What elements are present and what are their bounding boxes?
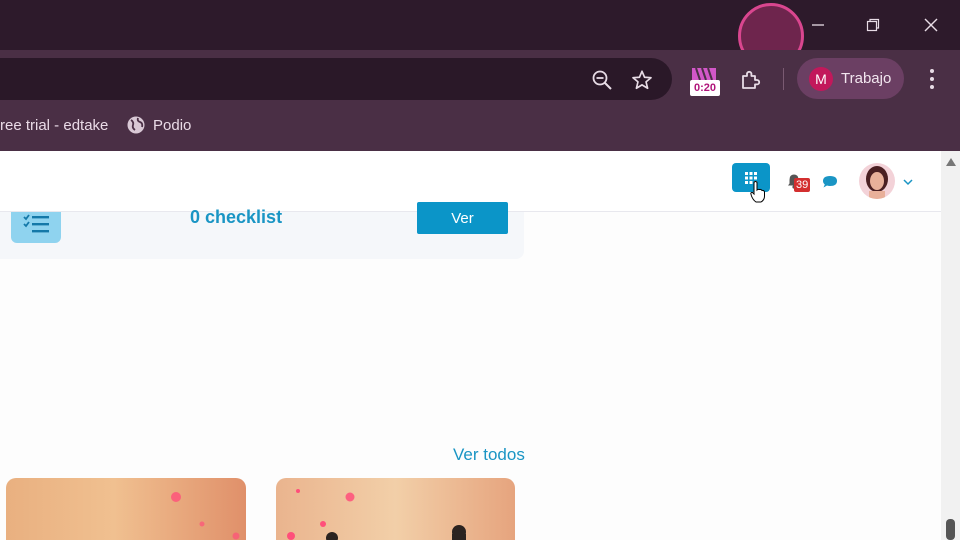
extension-timer-label: 0:20 [690,80,720,96]
page-scrollbar[interactable] [941,151,960,540]
profile-avatar: M [809,66,833,91]
bookmark-label: Podio [153,116,192,134]
extension-timer-button[interactable]: 0:20 [690,66,720,98]
bookmark-podio[interactable]: Podio [126,114,191,136]
bookmark-star-button[interactable] [630,68,654,92]
kebab-menu-icon [930,69,934,89]
checklist-icon [23,214,49,233]
minimize-icon [812,24,824,26]
profile-chip[interactable]: M Trabajo [797,58,904,99]
chat-bubble-icon [823,176,837,188]
bookmark-label: ree trial - edtake [0,116,109,134]
puzzle-icon [742,70,761,89]
extensions-button[interactable] [739,68,763,92]
course-thumbnail[interactable] [276,478,515,540]
toolbar-divider [783,68,784,90]
zoom-out-button[interactable] [590,68,614,92]
scroll-up-arrow-icon[interactable] [945,157,957,167]
profile-label: Trabajo [841,70,892,87]
hand-cursor-icon [750,181,765,203]
thumbnail-decoration [287,489,466,540]
close-window-button[interactable] [903,0,959,50]
checklist-count: 0 checklist [190,207,283,227]
scrollbar-thumb[interactable] [946,519,955,540]
minimize-button[interactable] [790,0,846,50]
globe-icon [127,116,145,134]
thumbnail-decoration [171,492,240,540]
address-bar[interactable] [0,58,672,100]
zoom-out-icon [592,70,612,90]
ver-button[interactable]: Ver [417,202,508,234]
star-icon [632,70,652,90]
restore-icon [866,18,880,32]
browser-menu-button[interactable] [920,66,944,92]
course-thumbnail[interactable] [6,478,246,540]
bookmark-edtake[interactable]: ree trial - edtake [0,114,108,136]
notifications-button[interactable]: 39 [786,172,812,194]
ver-todos-link[interactable]: Ver todos [453,445,525,465]
user-avatar [859,163,895,199]
close-icon [924,18,938,32]
checklist-icon-tile [11,212,61,243]
chevron-down-icon [903,179,913,186]
user-menu[interactable] [859,163,915,199]
restore-button[interactable] [845,0,901,50]
notification-count-badge: 39 [794,178,811,192]
messages-button[interactable] [821,174,839,190]
